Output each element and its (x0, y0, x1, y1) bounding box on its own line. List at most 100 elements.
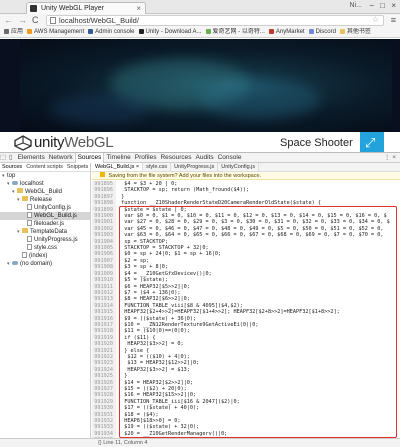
tree-item[interactable]: ▾ TemplateData (0, 228, 90, 236)
code-view[interactable]: 991895 $4 = $3 + 20 | 0; 991896 STACKTOP … (92, 181, 400, 438)
code-text: $4 = __Z10GetGfxDevicev()|0; (118, 270, 212, 277)
tree-item[interactable]: UnityConfig.js (0, 204, 90, 212)
code-text: $18 = ($4); (118, 411, 159, 418)
bookmark-icon (27, 29, 33, 34)
code-text: $19 = (($state) + 32|0); (118, 424, 200, 431)
tab-network[interactable]: Network (47, 153, 75, 163)
code-text: $11 = ($10|0)==(0|0); (118, 328, 190, 335)
tab-profiles[interactable]: Profiles (133, 153, 159, 163)
url-field[interactable]: localhost/WebGL_Build/ ☆ (46, 15, 384, 26)
devtools-controls[interactable]: ⋮ × (384, 153, 396, 163)
tree-item-label: fileloader.js (34, 221, 65, 227)
tab-title: Unity WebGL Player (41, 5, 105, 12)
tree-item-label: localhost (20, 181, 44, 187)
tree-item[interactable]: fileloader.js (0, 220, 90, 228)
bookmark-item[interactable]: 应用 (4, 28, 23, 37)
code-text: $15 = (($2) + 20|0); (118, 386, 187, 392)
code-text: } else { (118, 347, 150, 354)
tab-console[interactable]: Console (216, 153, 244, 163)
bookmark-label: 应用 (11, 29, 24, 35)
tab-timeline[interactable]: Timeline (104, 153, 132, 163)
bookmark-icon (205, 29, 211, 34)
editor-tab[interactable]: UnityConfig.js (218, 163, 260, 171)
code-text: sp = STACKTOP; (118, 238, 168, 245)
devtools-tabs: ⬚ ▯ Elements Network Sources Timeline Profil… (0, 153, 400, 163)
url-text: localhost/WebGL_Build/ (59, 16, 139, 25)
unity-favicon-icon (30, 5, 37, 12)
game-canvas[interactable] (0, 39, 400, 132)
tree-item[interactable]: (index) (0, 252, 90, 260)
tree-item[interactable]: UnityProgress.js (0, 236, 90, 244)
reload-button[interactable]: C (32, 15, 39, 25)
tab-audits[interactable]: Audits (194, 153, 216, 163)
tree-item-label: (no domain) (20, 261, 53, 267)
chrome-menu-icon[interactable]: ≡ (391, 15, 396, 25)
tree-item[interactable]: ▾ (no domain) (0, 260, 90, 268)
browser-tab-strip: Unity WebGL Player × Ni... − □ × (0, 0, 400, 14)
bookmark-icon (138, 29, 144, 34)
bookmark-item[interactable]: AWS Management (27, 28, 84, 37)
file-icon (27, 220, 32, 226)
tree-item-label: UnityConfig.js (34, 205, 72, 211)
navigator-tab[interactable]: Sources (0, 163, 24, 171)
editor-tab[interactable]: UnityProgress.js (171, 163, 219, 171)
code-text: $10 = __ZN12RenderTexture9GetActiveEi(0)… (118, 321, 259, 328)
bookmark-item[interactable]: Discord (308, 28, 336, 37)
code-text: HEAP32[$3>>2] = 0; (118, 341, 184, 348)
inspect-icon[interactable]: ⬚ (0, 153, 6, 163)
tree-item[interactable]: WebGL_Build.js (0, 212, 90, 220)
navigator-tab[interactable]: Content scripts (24, 163, 65, 171)
close-window-button[interactable]: × (391, 1, 396, 10)
code-text: } (118, 373, 128, 380)
tab-sources[interactable]: Sources (74, 153, 105, 163)
code-text: $state = $state | 0; (118, 206, 187, 213)
brand-unity: unity (34, 134, 65, 151)
navigator-tab[interactable]: Snippets (65, 163, 90, 171)
bookmark-item[interactable]: Admin console (88, 28, 135, 37)
bookmark-item[interactable]: 爱奇艺网 - 以奇特... (205, 28, 265, 37)
code-text: var $63 = 0, $64 = 0, $65 = 0, $66 = 0, … (118, 232, 384, 239)
bookmark-item[interactable]: Unity - Download A... (138, 28, 202, 37)
tree-item[interactable]: ▾ Release (0, 196, 90, 204)
tree-item[interactable]: ▾ localhost (0, 180, 90, 188)
source-editor: WebGL_Build.js × style.css UnityProgress.j… (92, 163, 400, 438)
file-icon (27, 204, 32, 210)
file-icon (22, 252, 27, 258)
code-text: if ($11) { (118, 334, 156, 341)
navigator-footer (0, 438, 92, 447)
forward-button[interactable]: → (18, 15, 27, 25)
tree-item-label: Release (30, 197, 53, 203)
tree-item-label: style.css (34, 245, 58, 251)
tree-item-label: TemplateData (30, 229, 68, 235)
tab-elements[interactable]: Elements (16, 153, 47, 163)
code-text: $6 = HEAP32[$5>>2]|0; (118, 283, 190, 290)
tree-item[interactable]: style.css (0, 244, 90, 252)
editor-tab[interactable]: WebGL_Build.js × (92, 163, 144, 171)
minimize-button[interactable]: − (369, 1, 374, 10)
nebula-glow (200, 79, 320, 119)
tree-item-label: top (7, 173, 16, 179)
bookmark-item[interactable]: AnyMarket (268, 28, 305, 37)
tree-item[interactable]: ▾ top (0, 172, 90, 180)
device-mode-icon[interactable]: ▯ (8, 153, 14, 163)
folder-icon (22, 228, 28, 233)
tab-resources[interactable]: Resources (158, 153, 193, 163)
warning-text: Saving from the file system? Add your fi… (108, 173, 262, 179)
back-button[interactable]: ← (4, 15, 13, 25)
maximize-button[interactable]: □ (380, 1, 385, 10)
code-text: var $45 = 0, $46 = 0, $47 = 0, $48 = 0, … (118, 225, 384, 232)
browser-tab[interactable]: Unity WebGL Player × (26, 2, 146, 14)
code-text: $20 = __Z10GetRenderManagerv()|0; (118, 430, 228, 437)
bookmark-star-icon[interactable]: ☆ (372, 15, 379, 24)
bookmark-item[interactable]: 其他书签 (339, 28, 371, 37)
editor-tab[interactable]: style.css (143, 163, 172, 171)
bookmarks-bar: 应用 AWS Management Admin console Unity - Dow… (0, 28, 400, 38)
profile-button[interactable]: Ni... (350, 2, 362, 9)
bookmark-icon (4, 29, 9, 34)
tree-item[interactable]: ▾ WebGL_Build (0, 188, 90, 196)
game-title: Space Shooter (280, 137, 353, 149)
code-text: HEAP32[$3>>2] = $13; (118, 366, 190, 373)
tab-close-icon[interactable]: × (136, 3, 141, 14)
bookmark-icon (88, 29, 94, 34)
folder-icon (22, 196, 28, 201)
